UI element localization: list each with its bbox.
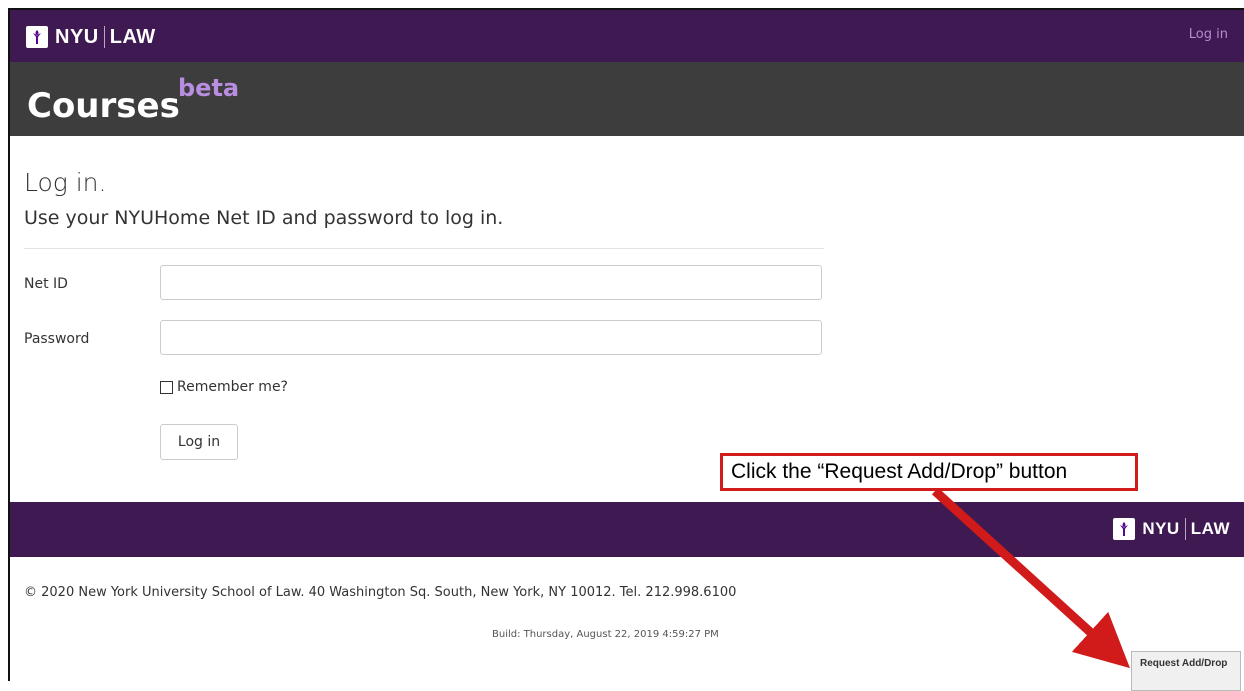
annotation-arrow-icon [931,487,1130,669]
annotation-callout: Click the “Request Add/Drop” button [720,453,1138,491]
page-frame: NYU LAW Log in Courses beta Log in. Use … [8,8,1244,681]
request-add-drop-button[interactable]: Request Add/Drop [1131,651,1241,691]
